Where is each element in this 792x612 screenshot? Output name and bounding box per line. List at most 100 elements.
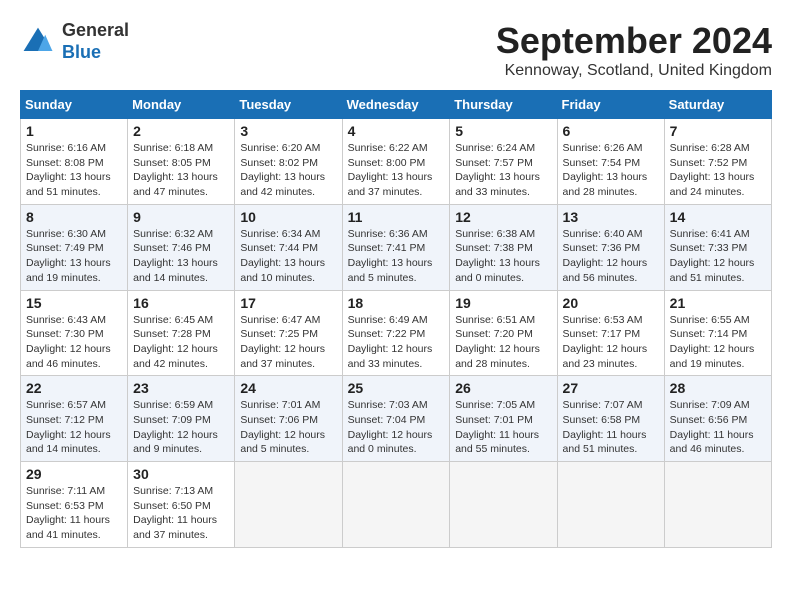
table-row: 9 Sunrise: 6:32 AMSunset: 7:46 PMDayligh… — [128, 204, 235, 290]
calendar-table: Sunday Monday Tuesday Wednesday Thursday… — [20, 90, 772, 548]
calendar-week-row: 8 Sunrise: 6:30 AMSunset: 7:49 PMDayligh… — [21, 204, 772, 290]
col-sunday: Sunday — [21, 91, 128, 119]
day-info: Sunrise: 7:07 AMSunset: 6:58 PMDaylight:… — [563, 398, 659, 457]
day-number: 6 — [563, 123, 659, 139]
calendar-week-row: 1 Sunrise: 6:16 AMSunset: 8:08 PMDayligh… — [21, 119, 772, 205]
table-row: 25 Sunrise: 7:03 AMSunset: 7:04 PMDaylig… — [342, 376, 450, 462]
day-number: 22 — [26, 380, 122, 396]
day-info: Sunrise: 6:32 AMSunset: 7:46 PMDaylight:… — [133, 227, 229, 286]
day-number: 21 — [670, 295, 766, 311]
day-info: Sunrise: 6:40 AMSunset: 7:36 PMDaylight:… — [563, 227, 659, 286]
table-row: 14 Sunrise: 6:41 AMSunset: 7:33 PMDaylig… — [664, 204, 771, 290]
day-number: 19 — [455, 295, 551, 311]
logo-blue: Blue — [62, 42, 101, 62]
day-number: 30 — [133, 466, 229, 482]
page-header: General Blue September 2024 Kennoway, Sc… — [20, 20, 772, 80]
table-row: 2 Sunrise: 6:18 AMSunset: 8:05 PMDayligh… — [128, 119, 235, 205]
col-thursday: Thursday — [450, 91, 557, 119]
table-row: 16 Sunrise: 6:45 AMSunset: 7:28 PMDaylig… — [128, 290, 235, 376]
day-info: Sunrise: 6:24 AMSunset: 7:57 PMDaylight:… — [455, 141, 551, 200]
day-info: Sunrise: 6:30 AMSunset: 7:49 PMDaylight:… — [26, 227, 122, 286]
col-monday: Monday — [128, 91, 235, 119]
calendar-week-row: 22 Sunrise: 6:57 AMSunset: 7:12 PMDaylig… — [21, 376, 772, 462]
table-row: 30 Sunrise: 7:13 AMSunset: 6:50 PMDaylig… — [128, 462, 235, 548]
table-row — [342, 462, 450, 548]
day-number: 26 — [455, 380, 551, 396]
day-number: 27 — [563, 380, 659, 396]
day-number: 5 — [455, 123, 551, 139]
day-info: Sunrise: 6:53 AMSunset: 7:17 PMDaylight:… — [563, 313, 659, 372]
logo: General Blue — [20, 20, 129, 63]
day-number: 18 — [348, 295, 445, 311]
day-number: 20 — [563, 295, 659, 311]
table-row: 22 Sunrise: 6:57 AMSunset: 7:12 PMDaylig… — [21, 376, 128, 462]
table-row: 27 Sunrise: 7:07 AMSunset: 6:58 PMDaylig… — [557, 376, 664, 462]
day-info: Sunrise: 6:20 AMSunset: 8:02 PMDaylight:… — [240, 141, 336, 200]
day-info: Sunrise: 6:18 AMSunset: 8:05 PMDaylight:… — [133, 141, 229, 200]
day-info: Sunrise: 6:59 AMSunset: 7:09 PMDaylight:… — [133, 398, 229, 457]
day-info: Sunrise: 7:01 AMSunset: 7:06 PMDaylight:… — [240, 398, 336, 457]
logo-text: General Blue — [62, 20, 129, 63]
day-info: Sunrise: 7:05 AMSunset: 7:01 PMDaylight:… — [455, 398, 551, 457]
table-row: 19 Sunrise: 6:51 AMSunset: 7:20 PMDaylig… — [450, 290, 557, 376]
table-row: 21 Sunrise: 6:55 AMSunset: 7:14 PMDaylig… — [664, 290, 771, 376]
logo-icon — [20, 24, 56, 60]
table-row: 28 Sunrise: 7:09 AMSunset: 6:56 PMDaylig… — [664, 376, 771, 462]
day-number: 23 — [133, 380, 229, 396]
day-number: 8 — [26, 209, 122, 225]
col-wednesday: Wednesday — [342, 91, 450, 119]
day-number: 28 — [670, 380, 766, 396]
day-info: Sunrise: 6:22 AMSunset: 8:00 PMDaylight:… — [348, 141, 445, 200]
calendar-week-row: 29 Sunrise: 7:11 AMSunset: 6:53 PMDaylig… — [21, 462, 772, 548]
day-info: Sunrise: 7:09 AMSunset: 6:56 PMDaylight:… — [670, 398, 766, 457]
day-info: Sunrise: 6:55 AMSunset: 7:14 PMDaylight:… — [670, 313, 766, 372]
day-info: Sunrise: 6:47 AMSunset: 7:25 PMDaylight:… — [240, 313, 336, 372]
day-info: Sunrise: 7:13 AMSunset: 6:50 PMDaylight:… — [133, 484, 229, 543]
table-row: 5 Sunrise: 6:24 AMSunset: 7:57 PMDayligh… — [450, 119, 557, 205]
day-number: 1 — [26, 123, 122, 139]
day-info: Sunrise: 7:03 AMSunset: 7:04 PMDaylight:… — [348, 398, 445, 457]
day-number: 25 — [348, 380, 445, 396]
day-info: Sunrise: 6:16 AMSunset: 8:08 PMDaylight:… — [26, 141, 122, 200]
table-row: 6 Sunrise: 6:26 AMSunset: 7:54 PMDayligh… — [557, 119, 664, 205]
day-info: Sunrise: 6:45 AMSunset: 7:28 PMDaylight:… — [133, 313, 229, 372]
table-row: 20 Sunrise: 6:53 AMSunset: 7:17 PMDaylig… — [557, 290, 664, 376]
table-row: 8 Sunrise: 6:30 AMSunset: 7:49 PMDayligh… — [21, 204, 128, 290]
day-number: 24 — [240, 380, 336, 396]
table-row: 7 Sunrise: 6:28 AMSunset: 7:52 PMDayligh… — [664, 119, 771, 205]
day-number: 17 — [240, 295, 336, 311]
logo-general: General — [62, 20, 129, 40]
table-row: 11 Sunrise: 6:36 AMSunset: 7:41 PMDaylig… — [342, 204, 450, 290]
day-info: Sunrise: 7:11 AMSunset: 6:53 PMDaylight:… — [26, 484, 122, 543]
table-row: 17 Sunrise: 6:47 AMSunset: 7:25 PMDaylig… — [235, 290, 342, 376]
day-info: Sunrise: 6:28 AMSunset: 7:52 PMDaylight:… — [670, 141, 766, 200]
day-info: Sunrise: 6:49 AMSunset: 7:22 PMDaylight:… — [348, 313, 445, 372]
day-info: Sunrise: 6:34 AMSunset: 7:44 PMDaylight:… — [240, 227, 336, 286]
day-number: 14 — [670, 209, 766, 225]
col-tuesday: Tuesday — [235, 91, 342, 119]
table-row: 26 Sunrise: 7:05 AMSunset: 7:01 PMDaylig… — [450, 376, 557, 462]
day-number: 2 — [133, 123, 229, 139]
day-info: Sunrise: 6:38 AMSunset: 7:38 PMDaylight:… — [455, 227, 551, 286]
calendar-header-row: Sunday Monday Tuesday Wednesday Thursday… — [21, 91, 772, 119]
table-row — [557, 462, 664, 548]
table-row: 13 Sunrise: 6:40 AMSunset: 7:36 PMDaylig… — [557, 204, 664, 290]
day-number: 12 — [455, 209, 551, 225]
table-row: 3 Sunrise: 6:20 AMSunset: 8:02 PMDayligh… — [235, 119, 342, 205]
table-row — [450, 462, 557, 548]
day-number: 10 — [240, 209, 336, 225]
location: Kennoway, Scotland, United Kingdom — [496, 62, 772, 80]
day-number: 15 — [26, 295, 122, 311]
day-info: Sunrise: 6:41 AMSunset: 7:33 PMDaylight:… — [670, 227, 766, 286]
title-area: September 2024 Kennoway, Scotland, Unite… — [496, 20, 772, 80]
table-row: 12 Sunrise: 6:38 AMSunset: 7:38 PMDaylig… — [450, 204, 557, 290]
day-info: Sunrise: 6:57 AMSunset: 7:12 PMDaylight:… — [26, 398, 122, 457]
table-row — [664, 462, 771, 548]
day-info: Sunrise: 6:26 AMSunset: 7:54 PMDaylight:… — [563, 141, 659, 200]
table-row: 29 Sunrise: 7:11 AMSunset: 6:53 PMDaylig… — [21, 462, 128, 548]
month-title: September 2024 — [496, 20, 772, 62]
day-number: 29 — [26, 466, 122, 482]
day-number: 7 — [670, 123, 766, 139]
day-number: 16 — [133, 295, 229, 311]
col-saturday: Saturday — [664, 91, 771, 119]
